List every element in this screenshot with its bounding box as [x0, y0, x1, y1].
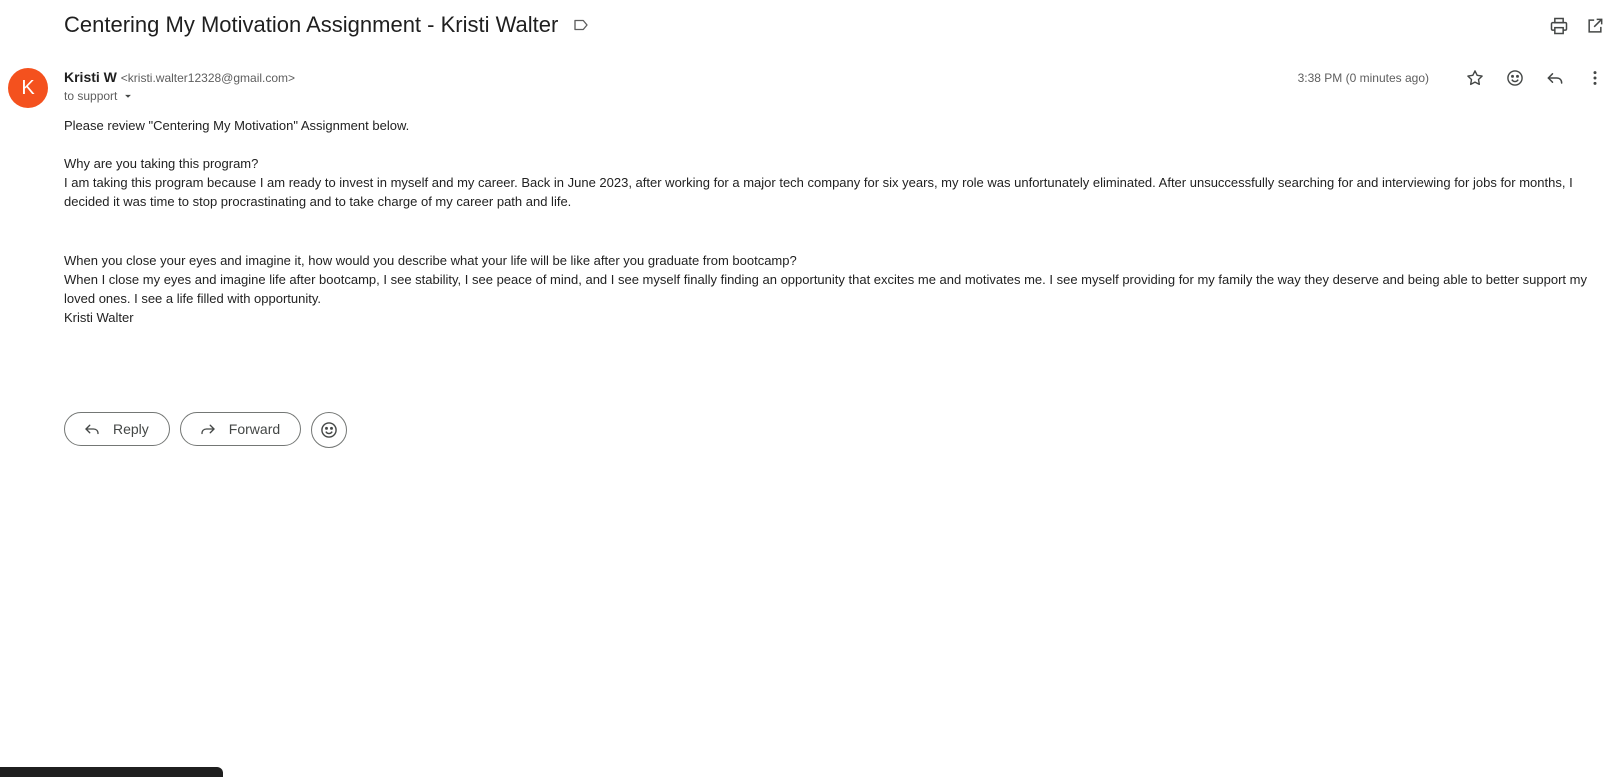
body-intro: Please review "Centering My Motivation" …	[64, 118, 410, 133]
bottom-snackbar	[0, 767, 223, 777]
forward-label: Forward	[228, 421, 281, 437]
star-icon[interactable]	[1463, 66, 1487, 90]
sender-email: <kristi.walter12328@gmail.com>	[120, 71, 296, 85]
sender-name[interactable]: Kristi W	[64, 69, 117, 85]
signature: Kristi Walter	[64, 310, 134, 325]
forward-icon	[201, 424, 215, 435]
answer-1: I am taking this program because I am re…	[64, 175, 1573, 209]
reply-icon	[85, 424, 99, 435]
forward-button[interactable]: Forward	[179, 412, 302, 446]
thread-toolbar	[1547, 14, 1607, 38]
message-actions: 3:38 PM (0 minutes ago)	[1298, 66, 1607, 90]
reply-label: Reply	[113, 421, 149, 437]
email-body: Please review "Centering My Motivation" …	[64, 116, 1604, 327]
emoji-reaction-button[interactable]	[311, 412, 348, 448]
reply-actions: Reply Forward	[64, 412, 348, 448]
timestamp: 3:38 PM (0 minutes ago)	[1297, 71, 1429, 85]
question-1: Why are you taking this program?	[64, 156, 259, 171]
avatar-initial: K	[21, 76, 35, 99]
sender-line: Kristi W <kristi.walter12328@gmail.com>	[64, 69, 295, 85]
recipient-label: to support	[64, 89, 118, 103]
answer-2: When I close my eyes and imagine life af…	[64, 272, 1587, 306]
question-2: When you close your eyes and imagine it,…	[64, 253, 797, 268]
label-icon[interactable]	[572, 16, 590, 34]
emoji-icon	[321, 422, 337, 438]
more-vertical-icon[interactable]	[1583, 66, 1607, 90]
reply-icon[interactable]	[1543, 66, 1567, 90]
print-icon[interactable]	[1547, 14, 1571, 38]
email-subject: Centering My Motivation Assignment - Kri…	[64, 12, 559, 37]
reply-button[interactable]: Reply	[64, 412, 170, 446]
emoji-reaction-icon[interactable]	[1503, 66, 1527, 90]
caret-down-icon	[125, 94, 132, 98]
subject-row: Centering My Motivation Assignment - Kri…	[64, 10, 590, 40]
sender-avatar[interactable]: K	[8, 68, 48, 108]
recipient-details-toggle[interactable]: to support	[64, 89, 135, 103]
open-in-new-window-icon[interactable]	[1583, 14, 1607, 38]
